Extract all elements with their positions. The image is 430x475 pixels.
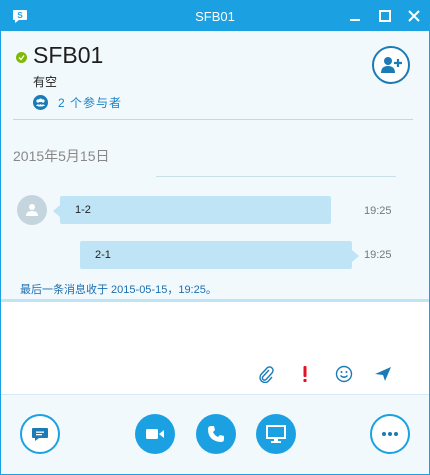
window-title: SFB01 bbox=[195, 9, 235, 24]
avatar bbox=[17, 195, 47, 225]
present-screen-icon bbox=[266, 425, 286, 443]
video-icon bbox=[146, 429, 164, 439]
close-icon[interactable] bbox=[405, 7, 423, 25]
phone-icon bbox=[208, 426, 224, 442]
call-button[interactable] bbox=[196, 414, 236, 454]
bottom-toolbar bbox=[1, 394, 429, 474]
maximize-icon[interactable] bbox=[376, 7, 394, 25]
header-divider bbox=[13, 119, 413, 120]
person-icon bbox=[26, 204, 38, 216]
add-people-button[interactable] bbox=[372, 46, 410, 84]
paperclip-icon[interactable] bbox=[256, 364, 276, 384]
emoticon-icon[interactable] bbox=[334, 364, 354, 384]
participants-icon bbox=[33, 94, 48, 110]
presence-available-icon bbox=[16, 52, 27, 63]
im-button[interactable] bbox=[20, 414, 60, 454]
video-button[interactable] bbox=[135, 414, 175, 454]
conversation-date: 2015年5月15日 bbox=[13, 148, 110, 164]
message-bubble-incoming: 1-2 bbox=[53, 196, 331, 224]
send-icon[interactable] bbox=[373, 364, 393, 384]
importance-icon[interactable] bbox=[295, 364, 315, 384]
compose-area bbox=[1, 302, 429, 394]
more-options-button[interactable] bbox=[370, 414, 410, 454]
participants-label: 2 个参与者 bbox=[58, 95, 123, 110]
message-time: 19:25 bbox=[364, 205, 392, 217]
last-message-note: 最后一条消息收于 2015-05-15，19:25。 bbox=[20, 284, 217, 296]
presence-status: 有空 bbox=[33, 75, 58, 89]
im-icon bbox=[32, 428, 48, 441]
minimize-icon[interactable] bbox=[346, 7, 364, 25]
more-options-icon bbox=[382, 432, 398, 436]
present-button[interactable] bbox=[256, 414, 296, 454]
message-time: 19:25 bbox=[364, 249, 392, 261]
add-person-icon bbox=[381, 57, 402, 73]
message-input[interactable] bbox=[13, 310, 413, 355]
contact-name: SFB01 bbox=[33, 42, 104, 68]
date-divider bbox=[156, 176, 396, 177]
message-bubble-outgoing: 2-1 bbox=[80, 241, 359, 269]
title-bar[interactable]: S SFB01 bbox=[1, 1, 429, 31]
participants-link[interactable]: 2 个参与者 bbox=[33, 94, 122, 110]
conversation-window: S SFB01 SFB01 有空 2 个参与者 2015年5月15日 1-2 1… bbox=[0, 0, 430, 475]
